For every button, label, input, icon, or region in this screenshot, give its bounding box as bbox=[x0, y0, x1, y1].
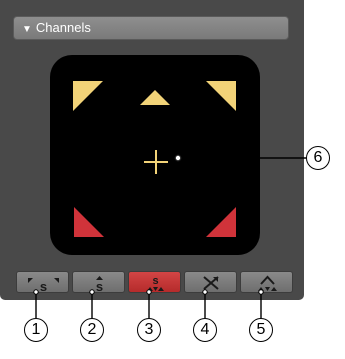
callout-1: 1 bbox=[24, 318, 48, 342]
callout-5: 5 bbox=[249, 318, 273, 342]
callout-3: 3 bbox=[137, 318, 161, 342]
callout-2: 2 bbox=[80, 318, 104, 342]
callout-lines bbox=[33, 154, 306, 318]
callout-4: 4 bbox=[193, 318, 217, 342]
callout-6: 6 bbox=[306, 146, 330, 170]
